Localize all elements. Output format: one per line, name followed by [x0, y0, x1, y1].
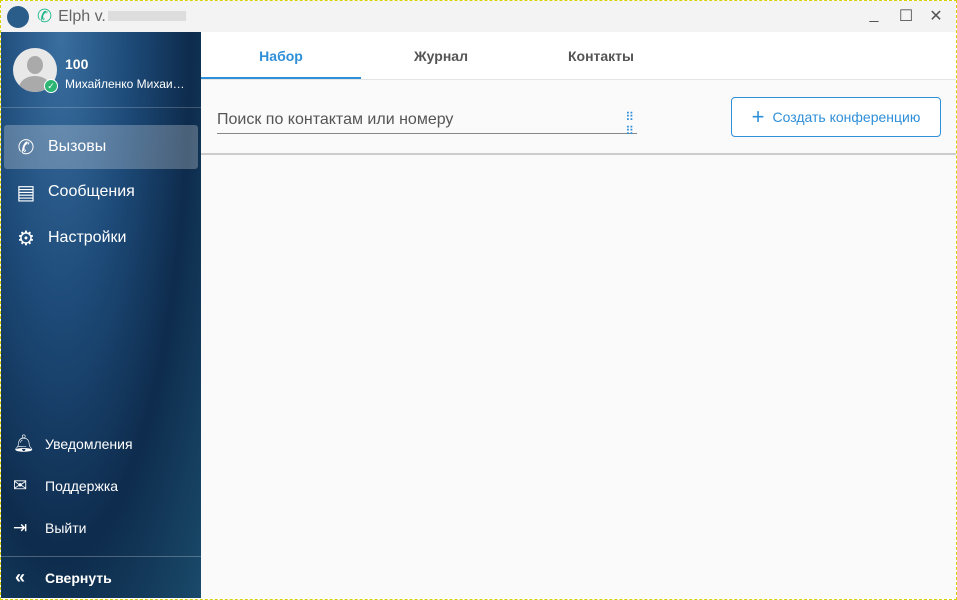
- notifications-link[interactable]: 🔔︎ Уведомления: [13, 434, 133, 454]
- plus-icon: +: [751, 104, 765, 129]
- collapse-button[interactable]: « Свернуть: [1, 556, 201, 598]
- sidebar-item-label: Сообщения: [48, 183, 135, 200]
- main-panel: Набор Журнал Контакты Поиск по контактам…: [201, 32, 956, 598]
- close-button[interactable]: ✕: [926, 6, 946, 26]
- tab-bar: Набор Журнал Контакты: [201, 32, 956, 80]
- profile-number: 100: [65, 56, 89, 72]
- app-logo-icon: [7, 5, 29, 28]
- sidebar-item-calls[interactable]: ✆ Вызовы: [4, 125, 198, 169]
- sidebar-item-settings[interactable]: ⚙ Настройки: [4, 216, 198, 260]
- support-link[interactable]: ✉ Поддержка: [13, 476, 118, 496]
- sip-phone-icon: ✆: [37, 6, 53, 26]
- sidebar-item-messages[interactable]: ▤ Сообщения: [4, 170, 198, 214]
- maximize-button[interactable]: ☐: [896, 6, 916, 26]
- window-title: Elph v.: [58, 8, 186, 26]
- mail-icon: ✉: [13, 476, 28, 495]
- logout-link[interactable]: ⇥ Выйти: [13, 518, 86, 538]
- logout-label: Выйти: [45, 520, 87, 536]
- create-conference-button[interactable]: + Создать конференцию: [731, 97, 941, 137]
- tab-journal[interactable]: Журнал: [361, 32, 521, 79]
- gear-icon: ⚙: [17, 227, 35, 250]
- profile[interactable]: ✓ 100 Михайленко Михаи…: [1, 32, 201, 108]
- tab-contacts[interactable]: Контакты: [521, 32, 681, 79]
- chevrons-left-icon: «: [15, 567, 26, 587]
- title-bar: ✆ Elph v. _ ☐ ✕: [1, 1, 956, 32]
- support-label: Поддержка: [45, 478, 119, 494]
- minimize-button[interactable]: _: [864, 6, 884, 26]
- logout-icon: ⇥: [13, 518, 28, 537]
- phone-icon: ✆: [17, 136, 35, 159]
- sidebar-item-label: Вызовы: [48, 138, 107, 155]
- search-input[interactable]: Поиск по контактам или номеру ⠿ ⠿: [217, 106, 637, 138]
- notifications-label: Уведомления: [45, 436, 133, 452]
- sidebar: ✓ 100 Михайленко Михаи… ✆ Вызовы ▤ Сообщен…: [1, 32, 201, 598]
- tab-dial[interactable]: Набор: [201, 32, 361, 79]
- collapse-label: Свернуть: [45, 569, 112, 586]
- message-icon: ▤: [16, 181, 36, 204]
- sidebar-item-label: Настройки: [48, 229, 127, 246]
- toolbar: Поиск по контактам или номеру ⠿ ⠿ + Создать…: [201, 80, 956, 155]
- search-placeholder: Поиск по контактам или номеру: [217, 111, 454, 128]
- create-conference-label: Создать конференцию: [772, 109, 921, 125]
- dialpad-icon[interactable]: ⠿ ⠿: [625, 110, 634, 138]
- bell-icon: 🔔︎: [13, 434, 35, 453]
- profile-name: Михайленко Михаи…: [65, 77, 185, 91]
- status-online-icon: ✓: [44, 79, 58, 93]
